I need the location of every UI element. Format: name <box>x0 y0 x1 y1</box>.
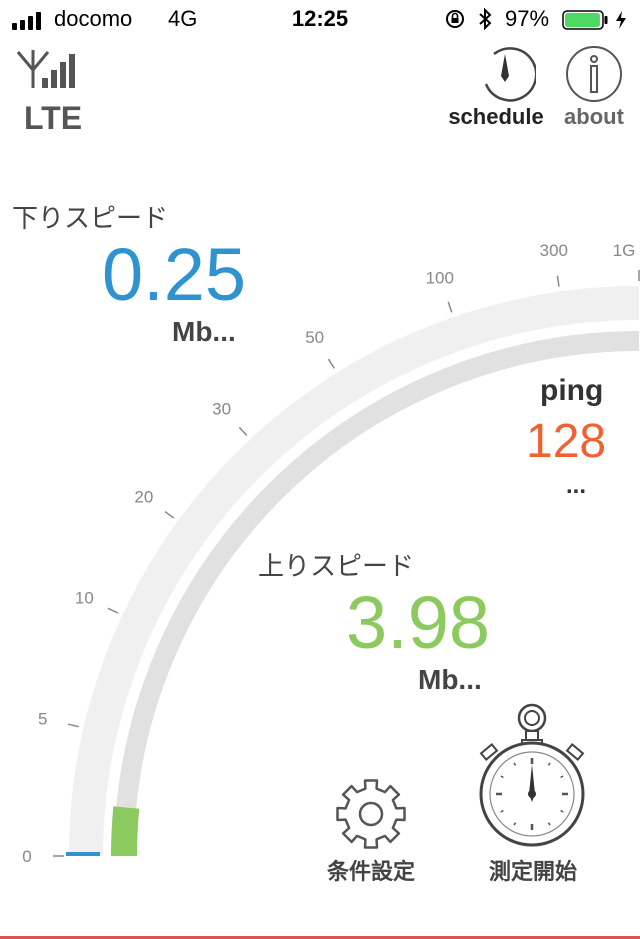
start-measurement-label: 測定開始 <box>488 859 577 884</box>
gauge-tick-label: 20 <box>134 487 153 506</box>
gauge-tick-mark <box>327 358 335 369</box>
gauge-tick-mark <box>238 426 248 436</box>
upload-speed-unit: Mb... <box>418 664 482 695</box>
upload-speed-label: 上りスピード <box>258 551 415 581</box>
gauge-tick-mark <box>556 275 560 287</box>
gauge-tick-label: 0 <box>22 847 31 866</box>
start-measurement-button[interactable]: 測定開始 <box>474 700 592 890</box>
settings-label: 条件設定 <box>326 859 415 884</box>
gauge-tick-label: 5 <box>38 709 47 728</box>
gauge-tick-label: 10 <box>75 588 94 607</box>
download-speed-value: 0.25 <box>102 233 247 316</box>
gauge-tick-label: 100 <box>426 268 454 287</box>
ping-value: 128 <box>526 415 607 468</box>
upload-gauge-fill <box>111 806 140 857</box>
gauge-tick-mark <box>164 510 175 519</box>
stopwatch-icon <box>479 703 585 847</box>
upload-speed-value: 3.98 <box>346 581 491 664</box>
gauge-tick-mark <box>107 607 119 614</box>
gear-icon <box>336 779 406 849</box>
gauge-tick-mark <box>447 301 453 313</box>
gauge-tick-label: 50 <box>305 328 324 347</box>
download-speed-unit: Mb... <box>172 316 236 347</box>
download-speed-label: 下りスピード <box>12 203 169 233</box>
gauge-tick-mark <box>67 723 79 728</box>
gear-outline <box>336 779 406 849</box>
ping-label: ping <box>540 374 604 407</box>
gauge-tick-label: 300 <box>540 241 568 260</box>
settings-button[interactable]: 条件設定 <box>318 770 424 890</box>
gear-hub <box>358 801 384 827</box>
gauge-tick-label: 1G <box>613 241 636 260</box>
gauge-tick-label: 30 <box>212 399 231 418</box>
ping-unit: ... <box>566 472 587 499</box>
